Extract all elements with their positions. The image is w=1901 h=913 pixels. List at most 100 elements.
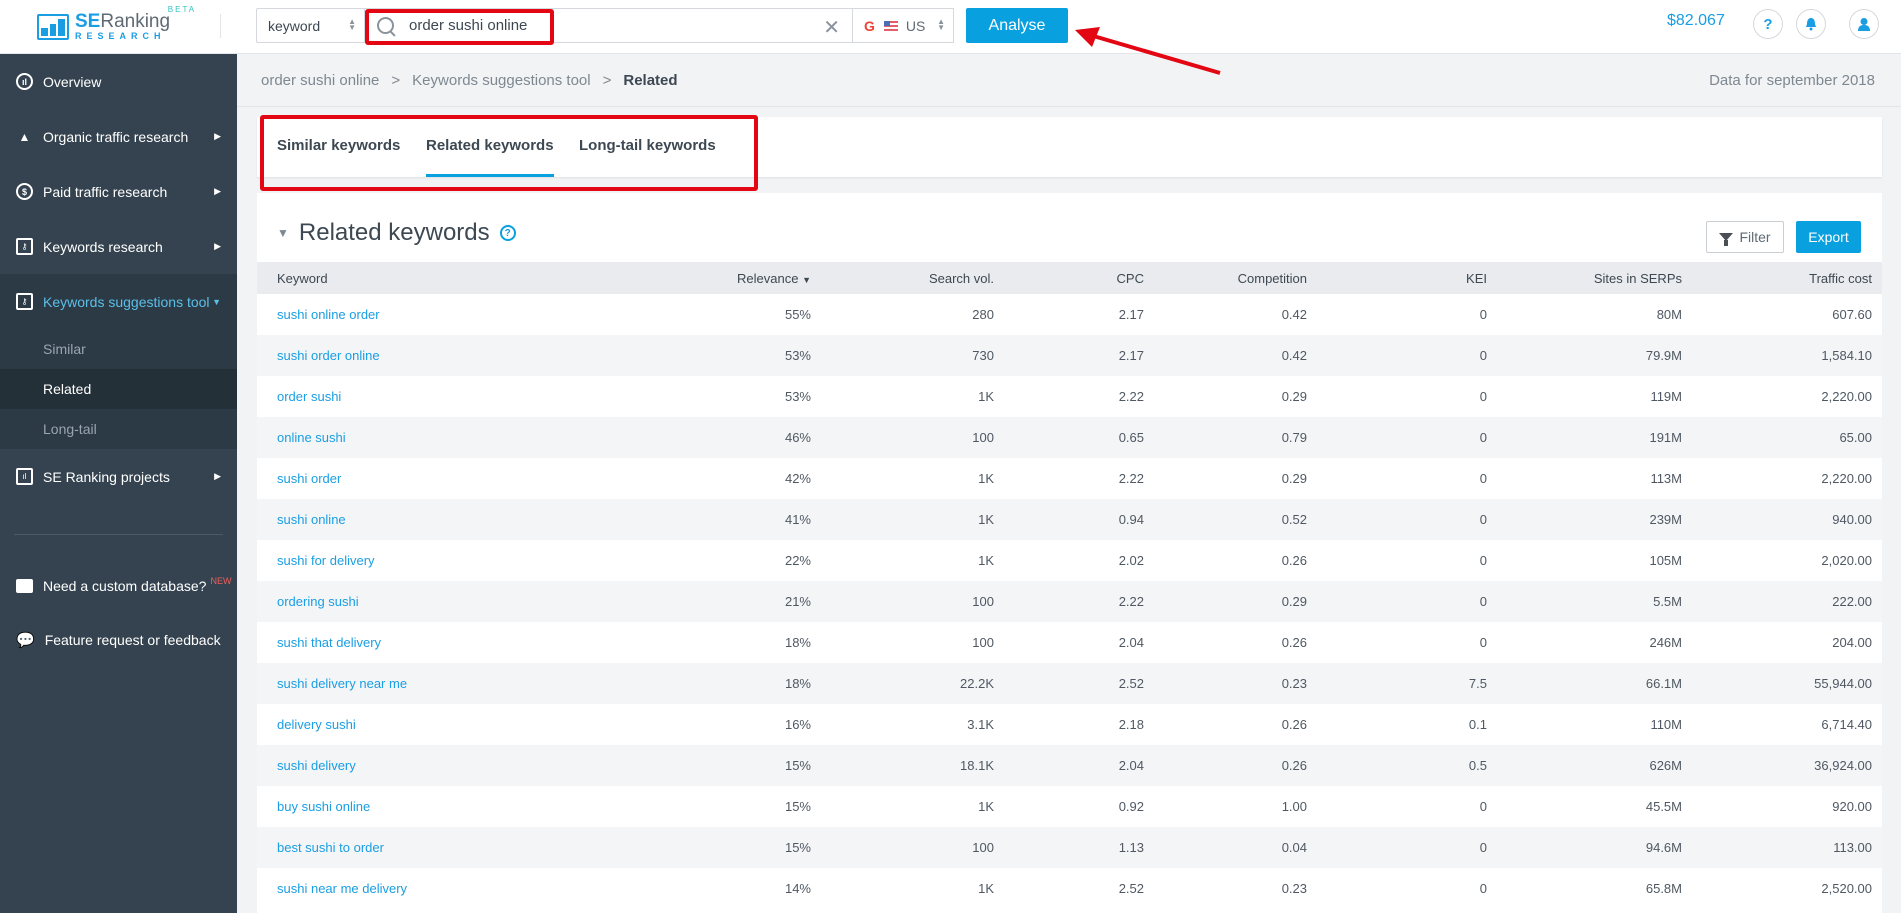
column-header-cpc[interactable]: CPC: [1002, 262, 1172, 294]
search-type-select[interactable]: keyword ▲ ▼: [256, 8, 364, 43]
logo-subtitle: RESEARCH: [75, 31, 166, 41]
keyword-link[interactable]: sushi order online: [277, 348, 380, 363]
cell-keyword: order sushi: [257, 376, 657, 417]
keyword-link[interactable]: buy sushi online: [277, 799, 370, 814]
new-badge: NEW: [210, 576, 232, 586]
cell-relevance: 53%: [784, 348, 811, 363]
chevron-right-icon: >: [602, 72, 612, 89]
sidebar-item-label: Keywords research: [43, 238, 163, 255]
keyword-link[interactable]: sushi near me delivery: [277, 881, 407, 896]
table-row: online sushi 46% 100 0.65 0.79 0 191M 65.00: [257, 417, 1882, 458]
sidebar-item-se-ranking-projects[interactable]: ıl SE Ranking projects ▶: [0, 449, 237, 504]
cell-relevance: 16%: [784, 717, 811, 732]
cell-keyword: sushi that delivery: [257, 622, 657, 663]
cell-sites-in-serps: 94.6M: [1645, 840, 1682, 855]
keyword-link[interactable]: sushi delivery: [277, 758, 356, 773]
bell-icon: [1806, 18, 1816, 31]
cell-traffic-cost: 36,924.00: [1814, 758, 1872, 773]
keyword-link[interactable]: ordering sushi: [277, 594, 359, 609]
keyword-link[interactable]: sushi that delivery: [277, 635, 381, 650]
cell-cpc: 2.04: [1118, 635, 1144, 650]
table-row: sushi online order 55% 280 2.17 0.42 0 80M 607.…: [257, 294, 1882, 335]
custom-database-link[interactable]: Need a custom database? NEW: [0, 559, 237, 613]
keyword-link[interactable]: order sushi: [277, 389, 341, 404]
help-icon[interactable]: ?: [499, 225, 516, 241]
sidebar-item-organic-traffic[interactable]: ▲ Organic traffic research ▶: [0, 109, 237, 164]
sidebar-subitem-long-tail[interactable]: Long-tail: [0, 409, 237, 449]
beta-badge: BETA: [167, 5, 197, 14]
tab-long-tail-keywords[interactable]: Long-tail keywords: [579, 137, 716, 177]
column-header-keyword[interactable]: Keyword: [257, 262, 657, 294]
breadcrumb-item[interactable]: order sushi online: [261, 72, 379, 89]
cell-kei: 7.5: [1468, 676, 1487, 691]
keyword-link[interactable]: sushi online order: [277, 307, 380, 322]
top-bar: SERanking RESEARCH BETA keyword ▲▼ ✕ G U…: [0, 0, 1901, 54]
logo[interactable]: SERanking RESEARCH BETA: [37, 6, 194, 41]
cell-keyword: sushi delivery near me: [257, 663, 657, 704]
tab-similar-keywords[interactable]: Similar keywords: [277, 137, 400, 177]
table-row: sushi for delivery 22% 1K 2.02 0.26 0 105M 2,02…: [257, 540, 1882, 581]
cell-traffic-cost: 2,520.00: [1821, 881, 1872, 896]
search-icon: [375, 15, 397, 37]
sidebar-subitem-related[interactable]: Related: [0, 369, 237, 409]
cell-traffic-cost: 222.00: [1832, 594, 1872, 609]
column-header-kei[interactable]: KEI: [1347, 262, 1527, 294]
cell-competition: 0.26: [1281, 635, 1307, 650]
keyword-link[interactable]: sushi order: [277, 471, 341, 486]
keyword-link[interactable]: online sushi: [277, 430, 346, 445]
cell-keyword: sushi delivery: [257, 745, 657, 786]
help-button[interactable]: ?: [1753, 9, 1783, 39]
custom-database-label: Need a custom database?: [43, 578, 207, 594]
analyse-button[interactable]: Analyse: [966, 8, 1068, 43]
sidebar-subitem-similar[interactable]: Similar: [0, 329, 237, 369]
related-keywords-panel: ▼ Related keywords ? Filter Export Keywo…: [257, 193, 1882, 913]
cell-relevance: 55%: [784, 307, 811, 322]
export-button[interactable]: Export: [1796, 221, 1861, 253]
chat-icon: 💬: [16, 632, 35, 649]
cell-kei: 0: [1479, 840, 1487, 855]
column-header-competition[interactable]: Competition: [1172, 262, 1347, 294]
keyword-link[interactable]: sushi for delivery: [277, 553, 375, 568]
collapse-icon[interactable]: ▼: [277, 226, 289, 240]
filter-button[interactable]: Filter: [1706, 221, 1784, 253]
cell-search-volume: 730: [972, 348, 994, 363]
sidebar-item-keywords-research[interactable]: ⚷ Keywords research ▶: [0, 219, 237, 274]
cell-relevance: 18%: [784, 676, 811, 691]
keyword-link[interactable]: best sushi to order: [277, 840, 384, 855]
search-engine-select[interactable]: G US ▲ ▼: [852, 8, 954, 43]
column-header-search-volume[interactable]: Search vol.: [827, 262, 1002, 294]
keyword-link[interactable]: sushi delivery near me: [277, 676, 407, 691]
cell-competition: 0.29: [1281, 471, 1307, 486]
search-box: ✕: [364, 8, 853, 43]
cell-competition: 0.29: [1281, 389, 1307, 404]
search-input[interactable]: [409, 17, 809, 34]
cell-kei: 0.1: [1468, 717, 1487, 732]
user-button[interactable]: [1849, 9, 1879, 39]
table-row: sushi that delivery 18% 100 2.04 0.26 0 246M 20…: [257, 622, 1882, 663]
column-header-relevance[interactable]: Relevance ▼: [657, 262, 827, 294]
column-header-sites-in-serps[interactable]: Sites in SERPs: [1527, 262, 1692, 294]
column-header-traffic-cost[interactable]: Traffic cost: [1692, 262, 1882, 294]
cell-sites-in-serps: 246M: [1649, 635, 1682, 650]
tab-related-keywords[interactable]: Related keywords: [426, 137, 554, 177]
table-row: sushi order online 53% 730 2.17 0.42 0 79.9M 1,…: [257, 335, 1882, 376]
cell-keyword: sushi online: [257, 499, 657, 540]
sidebar-item-keywords-suggestions[interactable]: ⚷ Keywords suggestions tool ▼: [0, 274, 237, 329]
cell-cpc: 2.52: [1118, 676, 1144, 691]
breadcrumb-current: Related: [623, 72, 678, 89]
user-icon: [1858, 18, 1870, 31]
notifications-button[interactable]: [1796, 9, 1826, 39]
table-header: Keyword Relevance ▼ Search vol. CPC Comp…: [257, 262, 1882, 294]
breadcrumb-item[interactable]: Keywords suggestions tool: [412, 72, 590, 89]
account-balance[interactable]: $82.067: [1667, 12, 1725, 30]
clear-icon[interactable]: ✕: [823, 15, 840, 40]
cell-search-volume: 100: [972, 430, 994, 445]
keyword-link[interactable]: sushi online: [277, 512, 346, 527]
table-row: sushi near me delivery 14% 1K 2.52 0.23 0 65.8…: [257, 868, 1882, 909]
cell-cpc: 0.94: [1118, 512, 1144, 527]
cell-kei: 0: [1479, 635, 1487, 650]
sidebar-item-overview[interactable]: ıl Overview: [0, 54, 237, 109]
sidebar-item-paid-traffic[interactable]: $ Paid traffic research ▶: [0, 164, 237, 219]
feedback-link[interactable]: 💬 Feature request or feedback: [0, 613, 237, 667]
keyword-link[interactable]: delivery sushi: [277, 717, 356, 732]
